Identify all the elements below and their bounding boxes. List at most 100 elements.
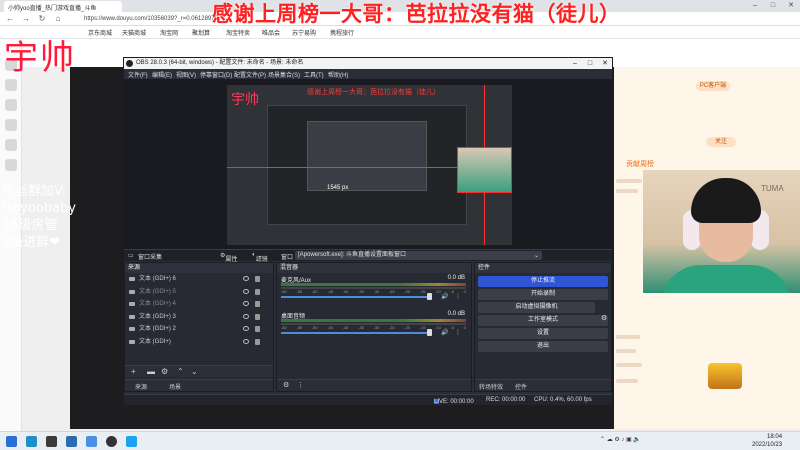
taskbar-app-icon[interactable] <box>86 436 97 447</box>
eye-icon[interactable] <box>243 326 249 331</box>
lock-icon[interactable] <box>255 326 260 332</box>
source-item[interactable]: 文本 (GDI+) <box>125 336 273 349</box>
gear-icon[interactable]: ⚙ <box>161 367 168 376</box>
more-options-icon[interactable]: ⋮ <box>455 329 461 336</box>
eye-icon[interactable] <box>243 276 249 281</box>
edge-taskbar-icon[interactable] <box>126 436 137 447</box>
studio-mode-button[interactable]: 工作室模式 <box>478 315 608 326</box>
event-badge-icon[interactable] <box>708 363 742 389</box>
obs-maximize-icon[interactable]: □ <box>583 58 597 69</box>
virtual-camera-gear-icon[interactable]: ⚙ <box>601 314 607 322</box>
back-icon[interactable]: ← <box>4 13 16 25</box>
menu-file[interactable]: 文件(F) <box>128 70 148 79</box>
remove-icon[interactable]: ▬ <box>147 367 155 376</box>
lock-icon[interactable] <box>255 288 260 295</box>
menu-docks[interactable]: 停靠窗口(D) <box>200 70 232 79</box>
home-icon[interactable]: ⌂ <box>52 13 64 25</box>
bookmark-taobao-sale[interactable]: 淘宝特卖 <box>226 28 250 37</box>
lock-icon[interactable] <box>255 301 260 307</box>
speaker-icon[interactable]: 🔊 <box>441 329 448 336</box>
forward-icon[interactable]: → <box>20 13 32 25</box>
settings-button[interactable]: 设置 <box>478 328 608 339</box>
source-item[interactable]: 文本 (GDI+) 4 <box>125 298 273 311</box>
url-field[interactable]: https://www.douyu.com/10356039?_r=0.0612… <box>84 14 218 24</box>
move-down-icon[interactable]: ⌄ <box>191 367 198 376</box>
refresh-icon[interactable]: ↻ <box>36 13 48 25</box>
volume-slider-track[interactable] <box>281 332 431 334</box>
menu-view[interactable]: 视图(V) <box>176 70 196 79</box>
follow-button[interactable]: 关注 <box>706 137 736 147</box>
tab-transitions[interactable]: 转场特效 <box>479 382 503 391</box>
add-icon[interactable]: + <box>131 367 136 376</box>
window-select[interactable]: [Apowersoft.exe]: 斗鱼直播设置面板窗口 <box>295 251 542 260</box>
taskbar-app-icon[interactable] <box>26 436 37 447</box>
eye-icon[interactable] <box>243 288 249 294</box>
start-recording-button[interactable]: 开始录制 <box>478 289 608 300</box>
lock-icon[interactable] <box>255 313 260 320</box>
source-item[interactable]: 文本 (GDI+) 2 <box>125 323 273 336</box>
bookmark-ctrip[interactable]: 携程旅行 <box>330 28 354 37</box>
bookmark-taobao[interactable]: 淘宝网 <box>160 28 178 37</box>
taskbar-app-icon[interactable] <box>66 436 77 447</box>
more-options-icon[interactable]: ⋮ <box>297 381 304 389</box>
eye-icon[interactable] <box>243 301 249 306</box>
volume-meter <box>281 283 466 286</box>
preview-webcam-source[interactable] <box>457 147 512 193</box>
menu-edit[interactable]: 编辑(E) <box>152 70 172 79</box>
source-item[interactable]: 文本 (GDI+) 3 <box>125 311 273 324</box>
sources-dock: 来源 文本 (GDI+) 6 文本 (GDI+) 5 文本 (GDI+) 4 文… <box>124 262 274 392</box>
bookmark-jd[interactable]: 京东商城 <box>88 28 112 37</box>
browser-tab[interactable]: 小帅yoo直播_热门游戏直播_斗鱼 <box>4 1 122 12</box>
obs-minimize-icon[interactable]: – <box>568 58 582 69</box>
stop-streaming-button[interactable]: 停止推流 <box>478 276 608 287</box>
bookmark-tmall[interactable]: 天猫商城 <box>122 28 146 37</box>
filters-button[interactable]: ◐ 滤镜 <box>252 252 268 263</box>
text-source-icon <box>129 289 135 294</box>
eye-icon[interactable] <box>243 338 249 344</box>
start-virtual-camera-button[interactable]: 启动虚拟摄像机 <box>478 302 595 313</box>
lock-icon[interactable] <box>255 338 260 345</box>
speaker-icon[interactable]: 🔊 <box>441 293 448 300</box>
game-nav-icon[interactable] <box>5 119 17 131</box>
bookmark-vip[interactable]: 唯品会 <box>262 28 280 37</box>
bookmark-suning[interactable]: 苏宁易购 <box>292 28 316 37</box>
volume-slider-track[interactable] <box>281 296 431 298</box>
source-item-label: 文本 (GDI+) 5 <box>139 288 176 295</box>
taskbar-app-icon[interactable] <box>46 436 57 447</box>
menu-tools[interactable]: 工具(T) <box>304 70 324 79</box>
lock-icon[interactable] <box>255 276 260 282</box>
menu-scene-collection[interactable]: 场景集合(S) <box>268 70 300 79</box>
obs-preview[interactable]: 宇帅 感谢上周榜一大哥：芭拉拉没有猫（徒儿） 1545 px <box>124 79 612 249</box>
volume-slider-handle[interactable] <box>427 293 432 300</box>
minimize-icon[interactable]: – <box>746 0 764 12</box>
chevron-down-icon[interactable]: ⌄ <box>534 252 539 259</box>
more-options-icon[interactable]: ⋮ <box>455 293 461 300</box>
obs-close-icon[interactable]: ✕ <box>598 58 612 69</box>
exit-button[interactable]: 退出 <box>478 341 608 352</box>
close-icon[interactable]: ✕ <box>782 0 800 12</box>
source-item[interactable]: 文本 (GDI+) 6 <box>125 273 273 286</box>
source-item[interactable]: 文本 (GDI+) 5 <box>125 286 273 299</box>
eye-icon[interactable] <box>243 313 249 319</box>
tab-controls[interactable]: 控件 <box>515 382 527 391</box>
menu-profile[interactable]: 配置文件(P) <box>234 70 266 79</box>
maximize-icon[interactable]: □ <box>764 0 782 12</box>
video-nav-icon[interactable] <box>5 139 17 151</box>
tray-icons[interactable]: ⌃ ☁ ⚙ ♪ ▣ 🔈 <box>600 436 641 443</box>
menu-help[interactable]: 帮助(H) <box>328 70 348 79</box>
bookmark-juhuasuan[interactable]: 聚划算 <box>192 28 210 37</box>
obs-taskbar-icon[interactable] <box>106 436 117 447</box>
properties-button[interactable]: ⚙ 属性 <box>220 252 237 263</box>
taskbar-clock[interactable]: 18:04 2022/10/23 <box>752 433 782 449</box>
pc-client-button[interactable]: PC客户端 <box>696 81 730 91</box>
follow-nav-icon[interactable] <box>5 99 17 111</box>
category-nav-icon[interactable] <box>5 79 17 91</box>
tab-scenes[interactable]: 场景 <box>169 382 181 391</box>
gear-icon[interactable]: ⚙ <box>283 381 289 389</box>
tab-sources[interactable]: 来源 <box>135 382 147 391</box>
preview-canvas[interactable]: 宇帅 感谢上周榜一大哥：芭拉拉没有猫（徒儿） 1545 px <box>227 85 512 245</box>
volume-slider-handle[interactable] <box>427 329 432 336</box>
start-icon[interactable] <box>6 436 17 447</box>
move-up-icon[interactable]: ⌃ <box>177 367 184 376</box>
more-nav-icon[interactable] <box>5 159 17 171</box>
